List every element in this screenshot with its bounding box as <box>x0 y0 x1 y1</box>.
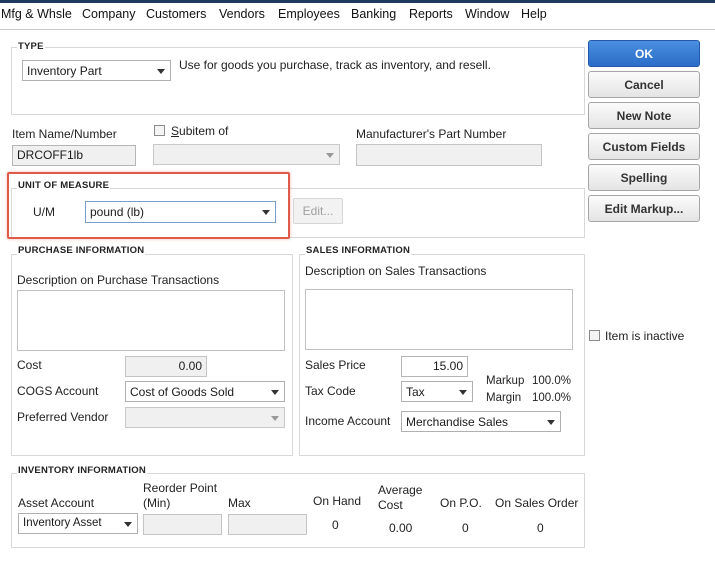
cogs-select[interactable]: Cost of Goods Sold <box>125 381 285 402</box>
um-edit-button[interactable]: Edit... <box>293 198 343 224</box>
cancel-button[interactable]: Cancel <box>588 71 700 98</box>
max-label: Max <box>228 496 251 510</box>
menu-employees[interactable]: Employees <box>278 7 340 21</box>
preferred-vendor-label: Preferred Vendor <box>17 410 109 424</box>
item-inactive-label: Item is inactive <box>605 329 685 343</box>
purchase-desc-textarea[interactable] <box>17 290 285 351</box>
mfr-part-input[interactable] <box>356 144 542 166</box>
item-type-select[interactable]: Inventory Part <box>22 60 171 81</box>
income-account-label: Income Account <box>305 414 391 428</box>
type-description: Use for goods you purchase, track as inv… <box>179 58 491 72</box>
menu-vendors[interactable]: Vendors <box>219 7 265 21</box>
on-hand-value: 0 <box>332 518 339 532</box>
menu-bar: Mfg & Whsle Company Customers Vendors Em… <box>0 0 715 30</box>
on-sales-order-value: 0 <box>537 521 544 535</box>
menu-help[interactable]: Help <box>521 7 547 21</box>
reorder-point-label: Reorder Point <box>143 481 218 495</box>
subitem-label: Subitem of <box>171 124 229 138</box>
margin-value: 100.0% <box>532 392 572 404</box>
margin-label: Margin <box>486 392 522 404</box>
mfr-part-label: Manufacturer's Part Number <box>356 127 507 141</box>
markup-label: Markup <box>486 375 525 387</box>
subitem-select[interactable] <box>153 144 340 165</box>
cogs-label: COGS Account <box>17 384 99 398</box>
sales-price-label: Sales Price <box>305 358 366 372</box>
chevron-down-icon <box>326 153 334 158</box>
spelling-button[interactable]: Spelling <box>588 164 700 191</box>
item-type-value: Inventory Part <box>27 64 102 78</box>
asset-account-select[interactable]: Inventory Asset <box>18 513 138 534</box>
tax-code-select[interactable]: Tax <box>401 381 473 402</box>
menu-mfg-whsle[interactable]: Mfg & Whsle <box>1 7 72 21</box>
cogs-value: Cost of Goods Sold <box>130 385 235 399</box>
chevron-down-icon <box>271 390 279 395</box>
inventory-title: INVENTORY INFORMATION <box>17 465 147 476</box>
item-inactive-checkbox[interactable] <box>589 330 600 341</box>
sales-title: SALES INFORMATION <box>305 245 412 256</box>
sales-price-input[interactable]: 15.00 <box>401 356 468 377</box>
um-select[interactable]: pound (lb) <box>85 201 276 223</box>
unit-of-measure-title: UNIT OF MEASURE <box>17 180 111 191</box>
average-cost-value: 0.00 <box>389 521 413 535</box>
custom-fields-button[interactable]: Custom Fields <box>588 133 700 160</box>
um-value: pound (lb) <box>90 205 145 219</box>
cost-label: Cost <box>17 358 42 372</box>
markup-value: 100.0% <box>532 375 572 387</box>
preferred-vendor-select[interactable] <box>125 407 285 428</box>
menu-company[interactable]: Company <box>82 7 136 21</box>
ok-button[interactable]: OK <box>588 40 700 67</box>
menu-customers[interactable]: Customers <box>146 7 206 21</box>
edit-markup-button[interactable]: Edit Markup... <box>588 195 700 222</box>
menu-window[interactable]: Window <box>465 7 509 21</box>
cost-input[interactable]: 0.00 <box>125 356 207 377</box>
reorder-point-input[interactable] <box>143 514 222 535</box>
subitem-checkbox[interactable] <box>154 125 165 136</box>
on-po-value: 0 <box>462 521 469 535</box>
on-po-label: On P.O. <box>440 496 482 510</box>
tax-code-value: Tax <box>406 385 425 399</box>
asset-account-value: Inventory Asset <box>23 517 102 529</box>
chevron-down-icon <box>124 522 132 527</box>
menu-banking[interactable]: Banking <box>351 7 396 21</box>
chevron-down-icon <box>271 416 279 421</box>
reorder-min-label: (Min) <box>143 496 171 510</box>
item-name-label: Item Name/Number <box>12 127 117 141</box>
asset-account-label: Asset Account <box>18 496 95 510</box>
max-input[interactable] <box>228 514 307 535</box>
um-label: U/M <box>33 205 55 219</box>
type-group-title: TYPE <box>17 41 45 52</box>
average-cost-label-2: Cost <box>378 498 403 512</box>
tax-code-label: Tax Code <box>305 384 356 398</box>
title-bar-edge <box>0 0 715 3</box>
on-hand-label: On Hand <box>313 494 362 508</box>
income-account-select[interactable]: Merchandise Sales <box>401 411 561 432</box>
income-account-value: Merchandise Sales <box>406 415 509 429</box>
sales-desc-label: Description on Sales Transactions <box>305 264 487 278</box>
chevron-down-icon <box>262 210 270 215</box>
item-name-input[interactable]: DRCOFF1lb <box>12 145 136 166</box>
chevron-down-icon <box>459 390 467 395</box>
purchase-title: PURCHASE INFORMATION <box>17 245 146 256</box>
menu-reports[interactable]: Reports <box>409 7 453 21</box>
new-note-button[interactable]: New Note <box>588 102 700 129</box>
chevron-down-icon <box>157 69 165 74</box>
chevron-down-icon <box>547 420 555 425</box>
sales-desc-textarea[interactable] <box>305 289 573 350</box>
on-sales-order-label: On Sales Order <box>495 496 579 510</box>
average-cost-label: Average <box>378 483 423 497</box>
inventory-group <box>11 473 585 548</box>
purchase-desc-label: Description on Purchase Transactions <box>17 273 220 287</box>
